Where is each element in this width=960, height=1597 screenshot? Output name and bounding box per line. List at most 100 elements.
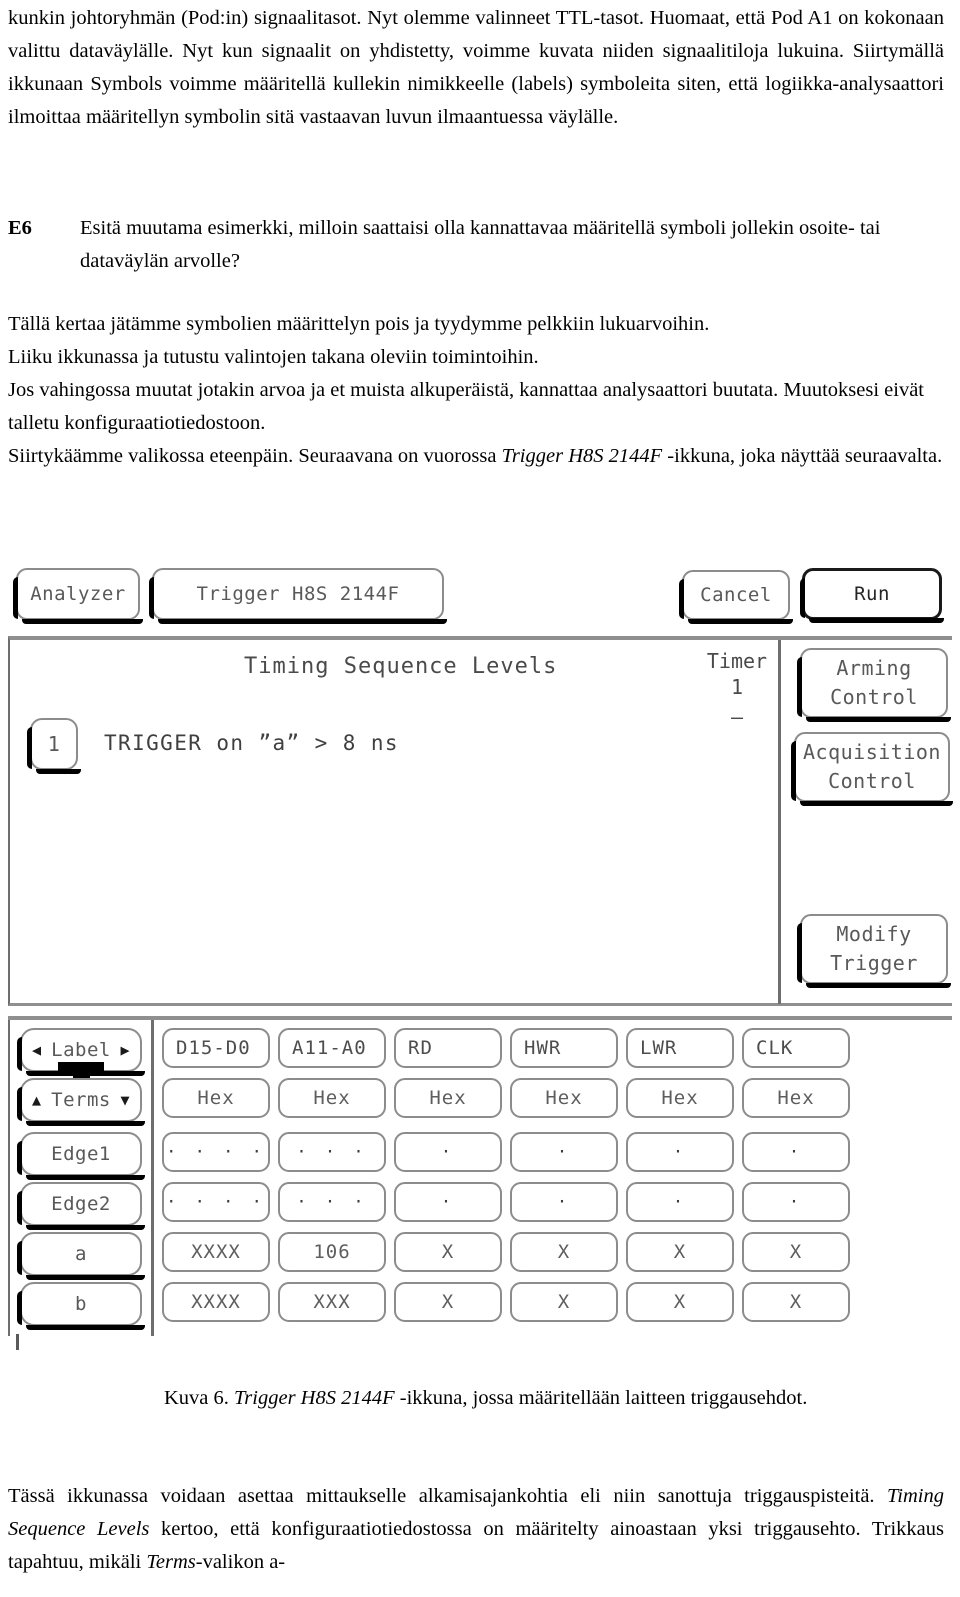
- matrix-value-cell[interactable]: ·: [626, 1182, 734, 1222]
- matrix-value-cell[interactable]: X: [742, 1282, 850, 1322]
- sequence-levels-title: Timing Sequence Levels: [244, 654, 558, 679]
- matrix-value-cell[interactable]: · · · ·: [162, 1132, 270, 1172]
- mid-line-4-italic: Trigger H8S 2144F: [501, 445, 663, 467]
- chevron-down-icon: ▼: [120, 1091, 130, 1109]
- window-menu-button[interactable]: Trigger H8S 2144F: [149, 568, 447, 624]
- row-label-edge1-text: Edge1: [51, 1143, 111, 1165]
- figure-caption: Kuva 6. Trigger H8S 2144F -ikkuna, jossa…: [164, 1382, 944, 1415]
- mid-line-1: Tällä kertaa jätämme symbolien määrittel…: [8, 313, 710, 335]
- matrix-base-cell[interactable]: Hex: [626, 1078, 734, 1118]
- matrix-value-cell[interactable]: ·: [510, 1182, 618, 1222]
- matrix-value-cell[interactable]: X: [394, 1282, 502, 1322]
- terms-selector-button[interactable]: ▲ Terms ▼: [17, 1078, 145, 1126]
- matrix-base-cell[interactable]: Hex: [394, 1078, 502, 1118]
- matrix-value-cell[interactable]: X: [742, 1232, 850, 1272]
- row-label-b-text: b: [75, 1293, 87, 1315]
- mid-line-4: Siirtykäämme valikossa eteenpäin. Seuraa…: [8, 440, 944, 473]
- modify-trigger-line2: Trigger: [830, 951, 918, 975]
- closing-pre: Tässä ikkunassa voidaan asettaa mittauks…: [8, 1485, 888, 1507]
- mid-line-2: Liiku ikkunassa ja tutustu valintojen ta…: [8, 346, 539, 368]
- run-button[interactable]: Run: [800, 568, 944, 623]
- matrix-value-cell[interactable]: X: [626, 1282, 734, 1322]
- matrix-value-cell[interactable]: XXXX: [162, 1232, 270, 1272]
- matrix-base-cell[interactable]: Hex: [278, 1078, 386, 1118]
- row-label-edge2-button[interactable]: Edge2: [17, 1182, 145, 1230]
- matrix-base-cell[interactable]: Hex: [162, 1078, 270, 1118]
- timer-title: Timer: [706, 649, 768, 673]
- matrix-value-cell[interactable]: · · ·: [278, 1132, 386, 1172]
- row-label-b-button[interactable]: b: [17, 1282, 145, 1330]
- label-selector-text: Label: [51, 1039, 111, 1061]
- intro-paragraph-block: kunkin johtoryhmän (Pod:in) signaalitaso…: [8, 2, 944, 134]
- timer-readout: Timer 1 –: [700, 648, 774, 730]
- chevron-up-icon: ▲: [32, 1091, 42, 1109]
- acquisition-control-line2: Control: [828, 769, 916, 793]
- exercise-block: E6 Esitä muutama esimerkki, milloin saat…: [8, 212, 944, 278]
- closing-post: -valikon a-: [195, 1551, 286, 1573]
- row-label-edge1-button[interactable]: Edge1: [17, 1132, 145, 1180]
- acquisition-control-button[interactable]: Acquisition Control: [791, 732, 953, 806]
- matrix-value-cell[interactable]: ·: [510, 1132, 618, 1172]
- matrix-column-header[interactable]: HWR: [510, 1028, 618, 1068]
- terms-matrix: ◀ Label ▶ ▲ Terms ▼ Edge1 Edge2 a b D15-…: [8, 1016, 952, 1350]
- timer-number: 1: [730, 675, 744, 699]
- row-label-a-button[interactable]: a: [17, 1232, 145, 1280]
- mid-line-3: Jos vahingossa muutat jotakin arvoa ja e…: [8, 379, 924, 434]
- caption-italic: Trigger H8S 2144F: [234, 1387, 395, 1409]
- row-label-a-text: a: [75, 1243, 87, 1265]
- closing-paragraph-text: Tässä ikkunassa voidaan asettaa mittauks…: [8, 1480, 944, 1579]
- run-label: Run: [854, 583, 890, 605]
- intro-paragraph: kunkin johtoryhmän (Pod:in) signaalitaso…: [8, 7, 944, 128]
- matrix-value-cell[interactable]: X: [626, 1232, 734, 1272]
- matrix-value-cell[interactable]: ·: [742, 1182, 850, 1222]
- modify-trigger-button[interactable]: Modify Trigger: [797, 914, 951, 988]
- mid-paragraph-block: Tällä kertaa jätämme symbolien määrittel…: [8, 308, 944, 473]
- matrix-column-header[interactable]: D15-D0: [162, 1028, 270, 1068]
- closing-paragraph: Tässä ikkunassa voidaan asettaa mittauks…: [8, 1480, 944, 1579]
- terms-selector-text: Terms: [51, 1089, 111, 1111]
- matrix-value-cell[interactable]: ·: [394, 1182, 502, 1222]
- analyzer-menu-button[interactable]: Analyzer: [13, 568, 143, 624]
- figure-caption-text: Kuva 6. Trigger H8S 2144F -ikkuna, jossa…: [164, 1382, 944, 1415]
- caption-pre: Kuva 6.: [164, 1387, 235, 1409]
- matrix-value-cell[interactable]: XXXX: [162, 1282, 270, 1322]
- matrix-value-cell[interactable]: XXX: [278, 1282, 386, 1322]
- matrix-value-cell[interactable]: X: [394, 1232, 502, 1272]
- matrix-value-cell[interactable]: ·: [742, 1132, 850, 1172]
- matrix-value-cell[interactable]: X: [510, 1232, 618, 1272]
- analyzer-menu-label: Analyzer: [30, 583, 126, 605]
- closing-italic-2: Terms: [146, 1551, 196, 1573]
- chevron-right-icon: ▶: [120, 1041, 130, 1059]
- matrix-value-cell[interactable]: ·: [626, 1132, 734, 1172]
- matrix-column-header[interactable]: LWR: [626, 1028, 734, 1068]
- matrix-value-cell[interactable]: X: [510, 1282, 618, 1322]
- matrix-column-header[interactable]: A11-A0: [278, 1028, 386, 1068]
- sequence-level-1-label: 1: [47, 732, 61, 756]
- mid-line-4-post: -ikkuna, joka näyttää seuraavalta.: [662, 445, 943, 467]
- sequence-level-1-button[interactable]: 1: [27, 718, 81, 774]
- matrix-value-cell[interactable]: · · · ·: [162, 1182, 270, 1222]
- mid-line-4-pre: Siirtykäämme valikossa eteenpäin. Seuraa…: [8, 445, 502, 467]
- arming-control-line1: Arming: [836, 656, 912, 680]
- arming-control-button[interactable]: Arming Control: [797, 648, 951, 722]
- matrix-column-header[interactable]: RD: [394, 1028, 502, 1068]
- chevron-left-icon: ◀: [32, 1041, 42, 1059]
- matrix-base-cell[interactable]: Hex: [510, 1078, 618, 1118]
- logic-analyzer-screen: Analyzer Trigger H8S 2144F Cancel Run Ti…: [6, 556, 954, 1350]
- caption-post: -ikkuna, jossa määritellään laitteen tri…: [394, 1387, 808, 1409]
- cancel-button[interactable]: Cancel: [679, 570, 793, 624]
- matrix-base-cell[interactable]: Hex: [742, 1078, 850, 1118]
- timer-dash: –: [730, 705, 744, 729]
- panel-vertical-divider: [778, 640, 781, 1004]
- exercise-tag: E6: [8, 217, 32, 239]
- acquisition-control-line1: Acquisition: [803, 740, 941, 764]
- matrix-value-cell[interactable]: · · ·: [278, 1182, 386, 1222]
- trigger-condition-text: TRIGGER on ”a” > 8 ns: [104, 731, 399, 755]
- matrix-column-header[interactable]: CLK: [742, 1028, 850, 1068]
- modify-trigger-line1: Modify: [836, 922, 912, 946]
- cancel-label: Cancel: [700, 584, 772, 606]
- matrix-scroll-tick: [16, 1334, 19, 1350]
- matrix-value-cell[interactable]: 106: [278, 1232, 386, 1272]
- row-label-edge2-text: Edge2: [51, 1193, 111, 1215]
- matrix-value-cell[interactable]: ·: [394, 1132, 502, 1172]
